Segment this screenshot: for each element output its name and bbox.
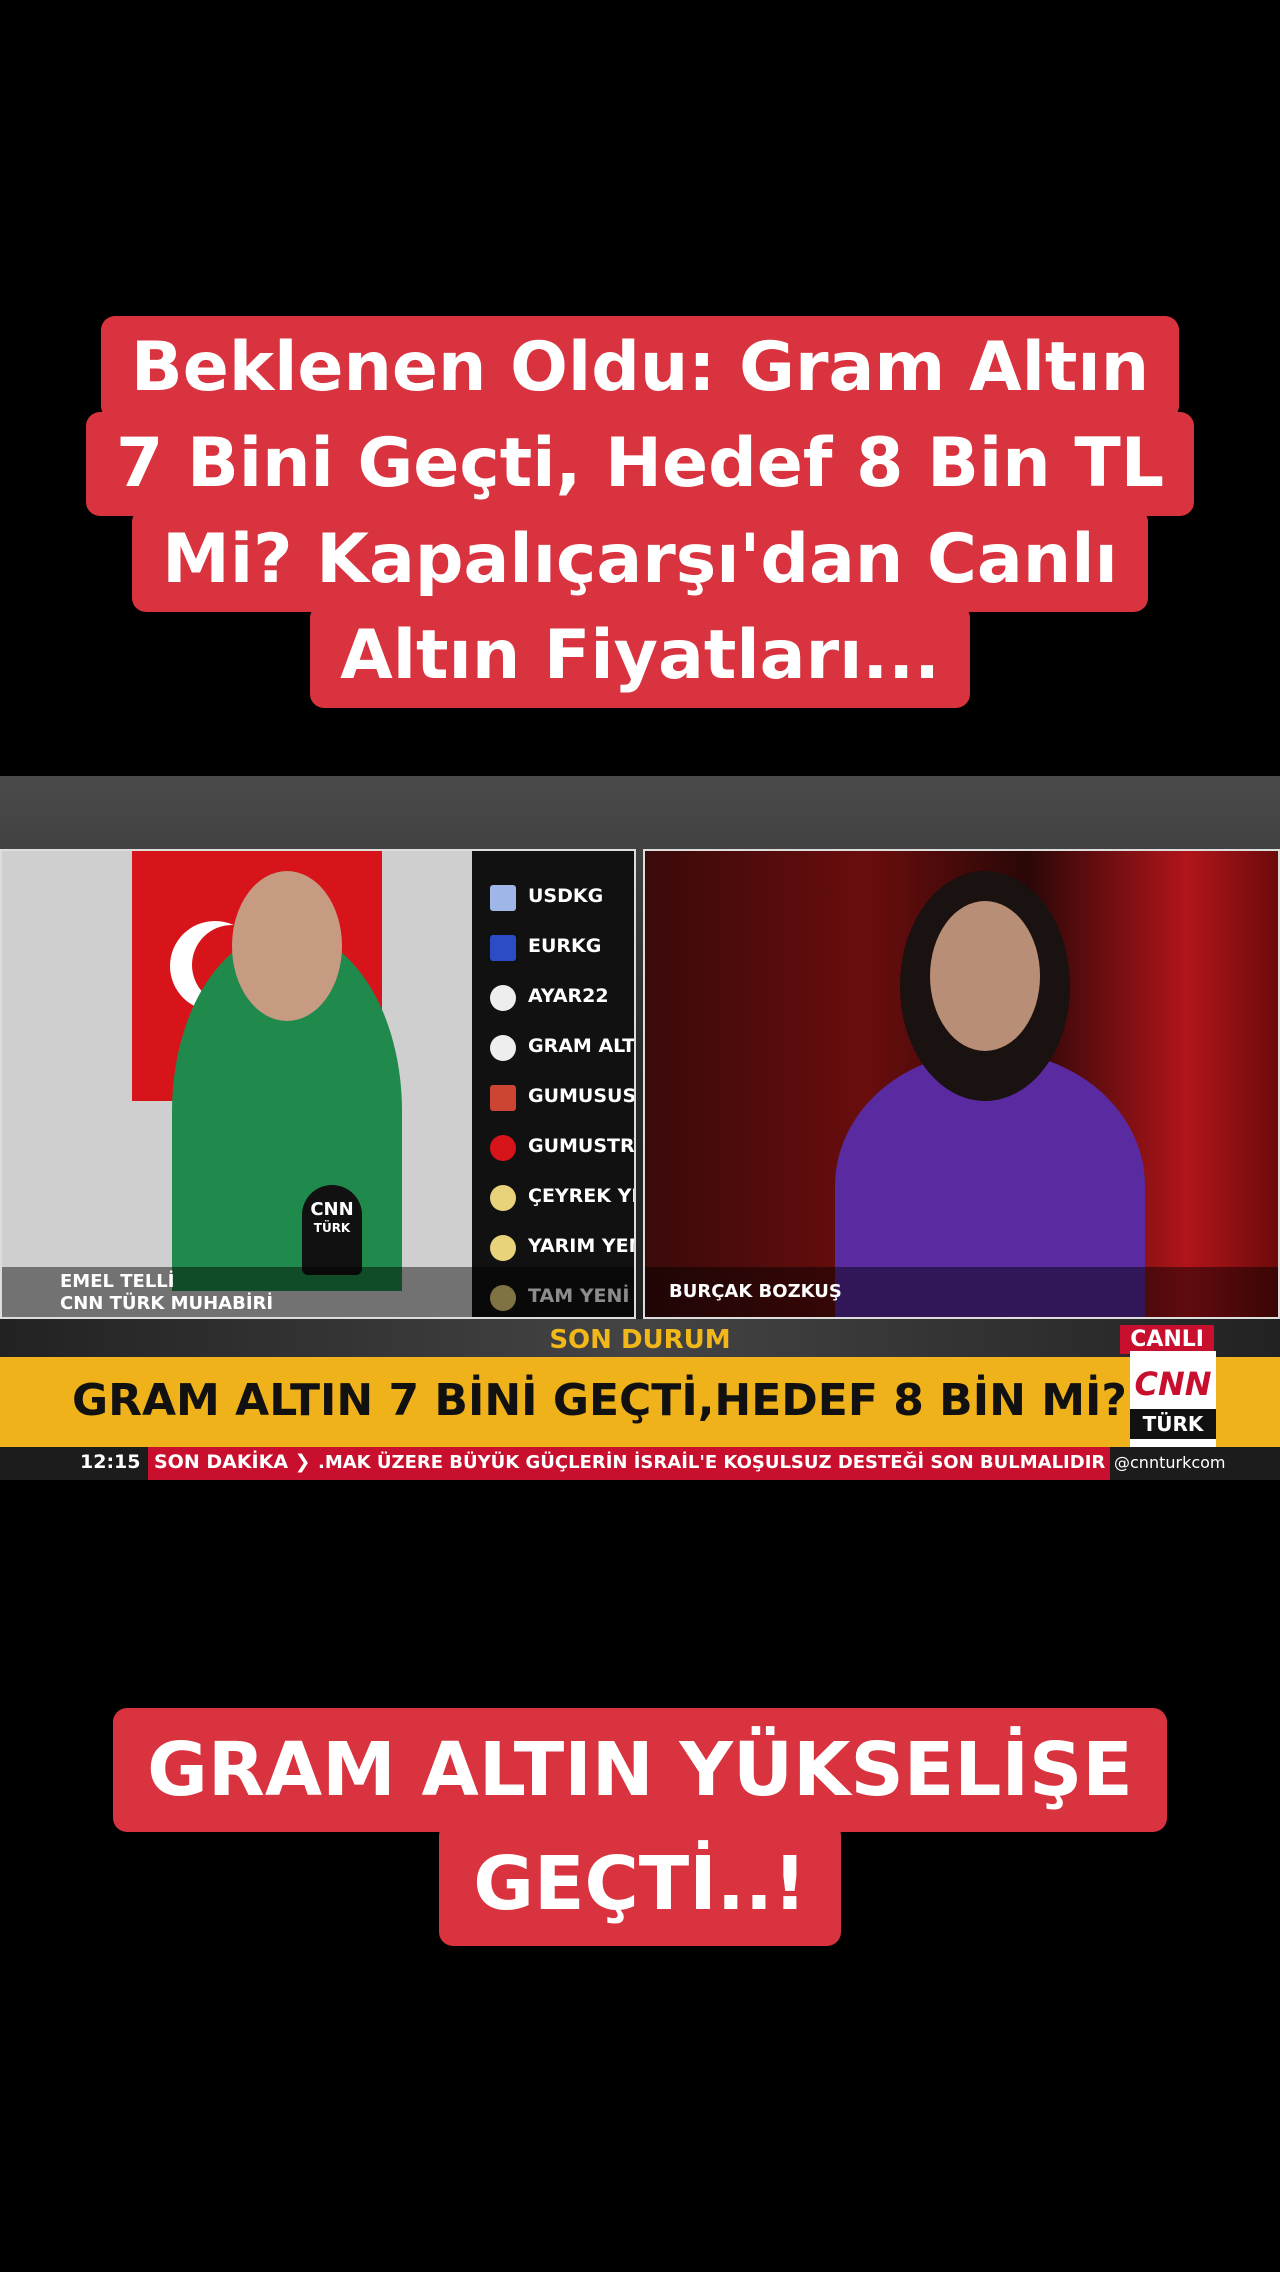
- coin-icon: [490, 1185, 516, 1211]
- us-flag-icon: [490, 1085, 516, 1111]
- son-durum-bar: SON DURUM CANLI: [0, 1319, 1280, 1357]
- bottom-caption-line: GRAM ALTIN YÜKSELİŞE: [0, 1708, 1280, 1832]
- board-row: GRAM ALTI: [472, 1021, 634, 1071]
- anchor-name-strip: BURÇAK BOZKUŞ: [645, 1267, 1278, 1317]
- board-row: USDKG: [472, 871, 634, 921]
- anchor-panel: BURÇAK BOZKUŞ: [643, 849, 1280, 1319]
- son-durum-label: SON DURUM: [549, 1325, 731, 1355]
- breaking-news-label: SON DAKİKA ❯: [154, 1451, 311, 1473]
- anchor-face: [930, 901, 1040, 1051]
- board-row: GUMUSUSD: [472, 1071, 634, 1121]
- cnn-turk-logo: CNN TÜRK: [1130, 1351, 1216, 1447]
- top-caption-line: Altın Fiyatları...: [0, 604, 1280, 708]
- reporter-name: EMEL TELLİ: [60, 1271, 175, 1292]
- board-row: GUMUSTRY: [472, 1121, 634, 1171]
- price-board: USDKG EURKG AYAR22 GRAM ALTI GUMUSUSD GU…: [472, 851, 634, 1317]
- social-handle: @cnnturkcom: [1114, 1453, 1226, 1472]
- headline-bar: GRAM ALTIN 7 BİNİ GEÇTİ,HEDEF 8 BİN Mİ? …: [0, 1351, 1280, 1447]
- ticker-text: .MAK ÜZERE BÜYÜK GÜÇLERİN İSRAİL'E KOŞUL…: [318, 1452, 1106, 1473]
- live-badge: CANLI: [1120, 1325, 1214, 1354]
- tr-flag-icon: [490, 1135, 516, 1161]
- reporter-title: CNN TÜRK MUHABİRİ: [60, 1293, 274, 1314]
- board-row: EURKG: [472, 921, 634, 971]
- eu-flag-icon: [490, 935, 516, 961]
- coin-icon: [490, 1035, 516, 1061]
- coin-icon: [490, 1235, 516, 1261]
- microphone: CNN TÜRK: [302, 1185, 362, 1275]
- top-caption-line: Beklenen Oldu: Gram Altın: [0, 316, 1280, 420]
- top-caption-line: 7 Bini Geçti, Hedef 8 Bin TL: [0, 412, 1280, 516]
- board-row: AYAR22: [472, 971, 634, 1021]
- board-row: YARIM YEN: [472, 1221, 634, 1271]
- board-row: ÇEYREK YE: [472, 1171, 634, 1221]
- reporter-panel: CNN TÜRK USDKG EURKG AYAR22 GRAM ALTI GU…: [0, 849, 636, 1319]
- video-frame[interactable]: CNN TÜRK USDKG EURKG AYAR22 GRAM ALTI GU…: [0, 776, 1280, 1480]
- headline: GRAM ALTIN 7 BİNİ GEÇTİ,HEDEF 8 BİN Mİ?: [72, 1375, 1127, 1426]
- ticker-time: 12:15: [80, 1451, 141, 1473]
- us-flag-icon: [490, 885, 516, 911]
- reporter-name-strip: EMEL TELLİ CNN TÜRK MUHABİRİ: [2, 1267, 634, 1317]
- bottom-caption-line: GEÇTİ..!: [0, 1822, 1280, 1946]
- anchor-name: BURÇAK BOZKUŞ: [669, 1281, 842, 1302]
- news-ticker: 12:15 SON DAKİKA ❯ .MAK ÜZERE BÜYÜK GÜÇL…: [0, 1447, 1280, 1480]
- top-caption-line: Mi? Kapalıçarşı'dan Canlı: [0, 508, 1280, 612]
- reporter-face: [232, 871, 342, 1021]
- coin-icon: [490, 985, 516, 1011]
